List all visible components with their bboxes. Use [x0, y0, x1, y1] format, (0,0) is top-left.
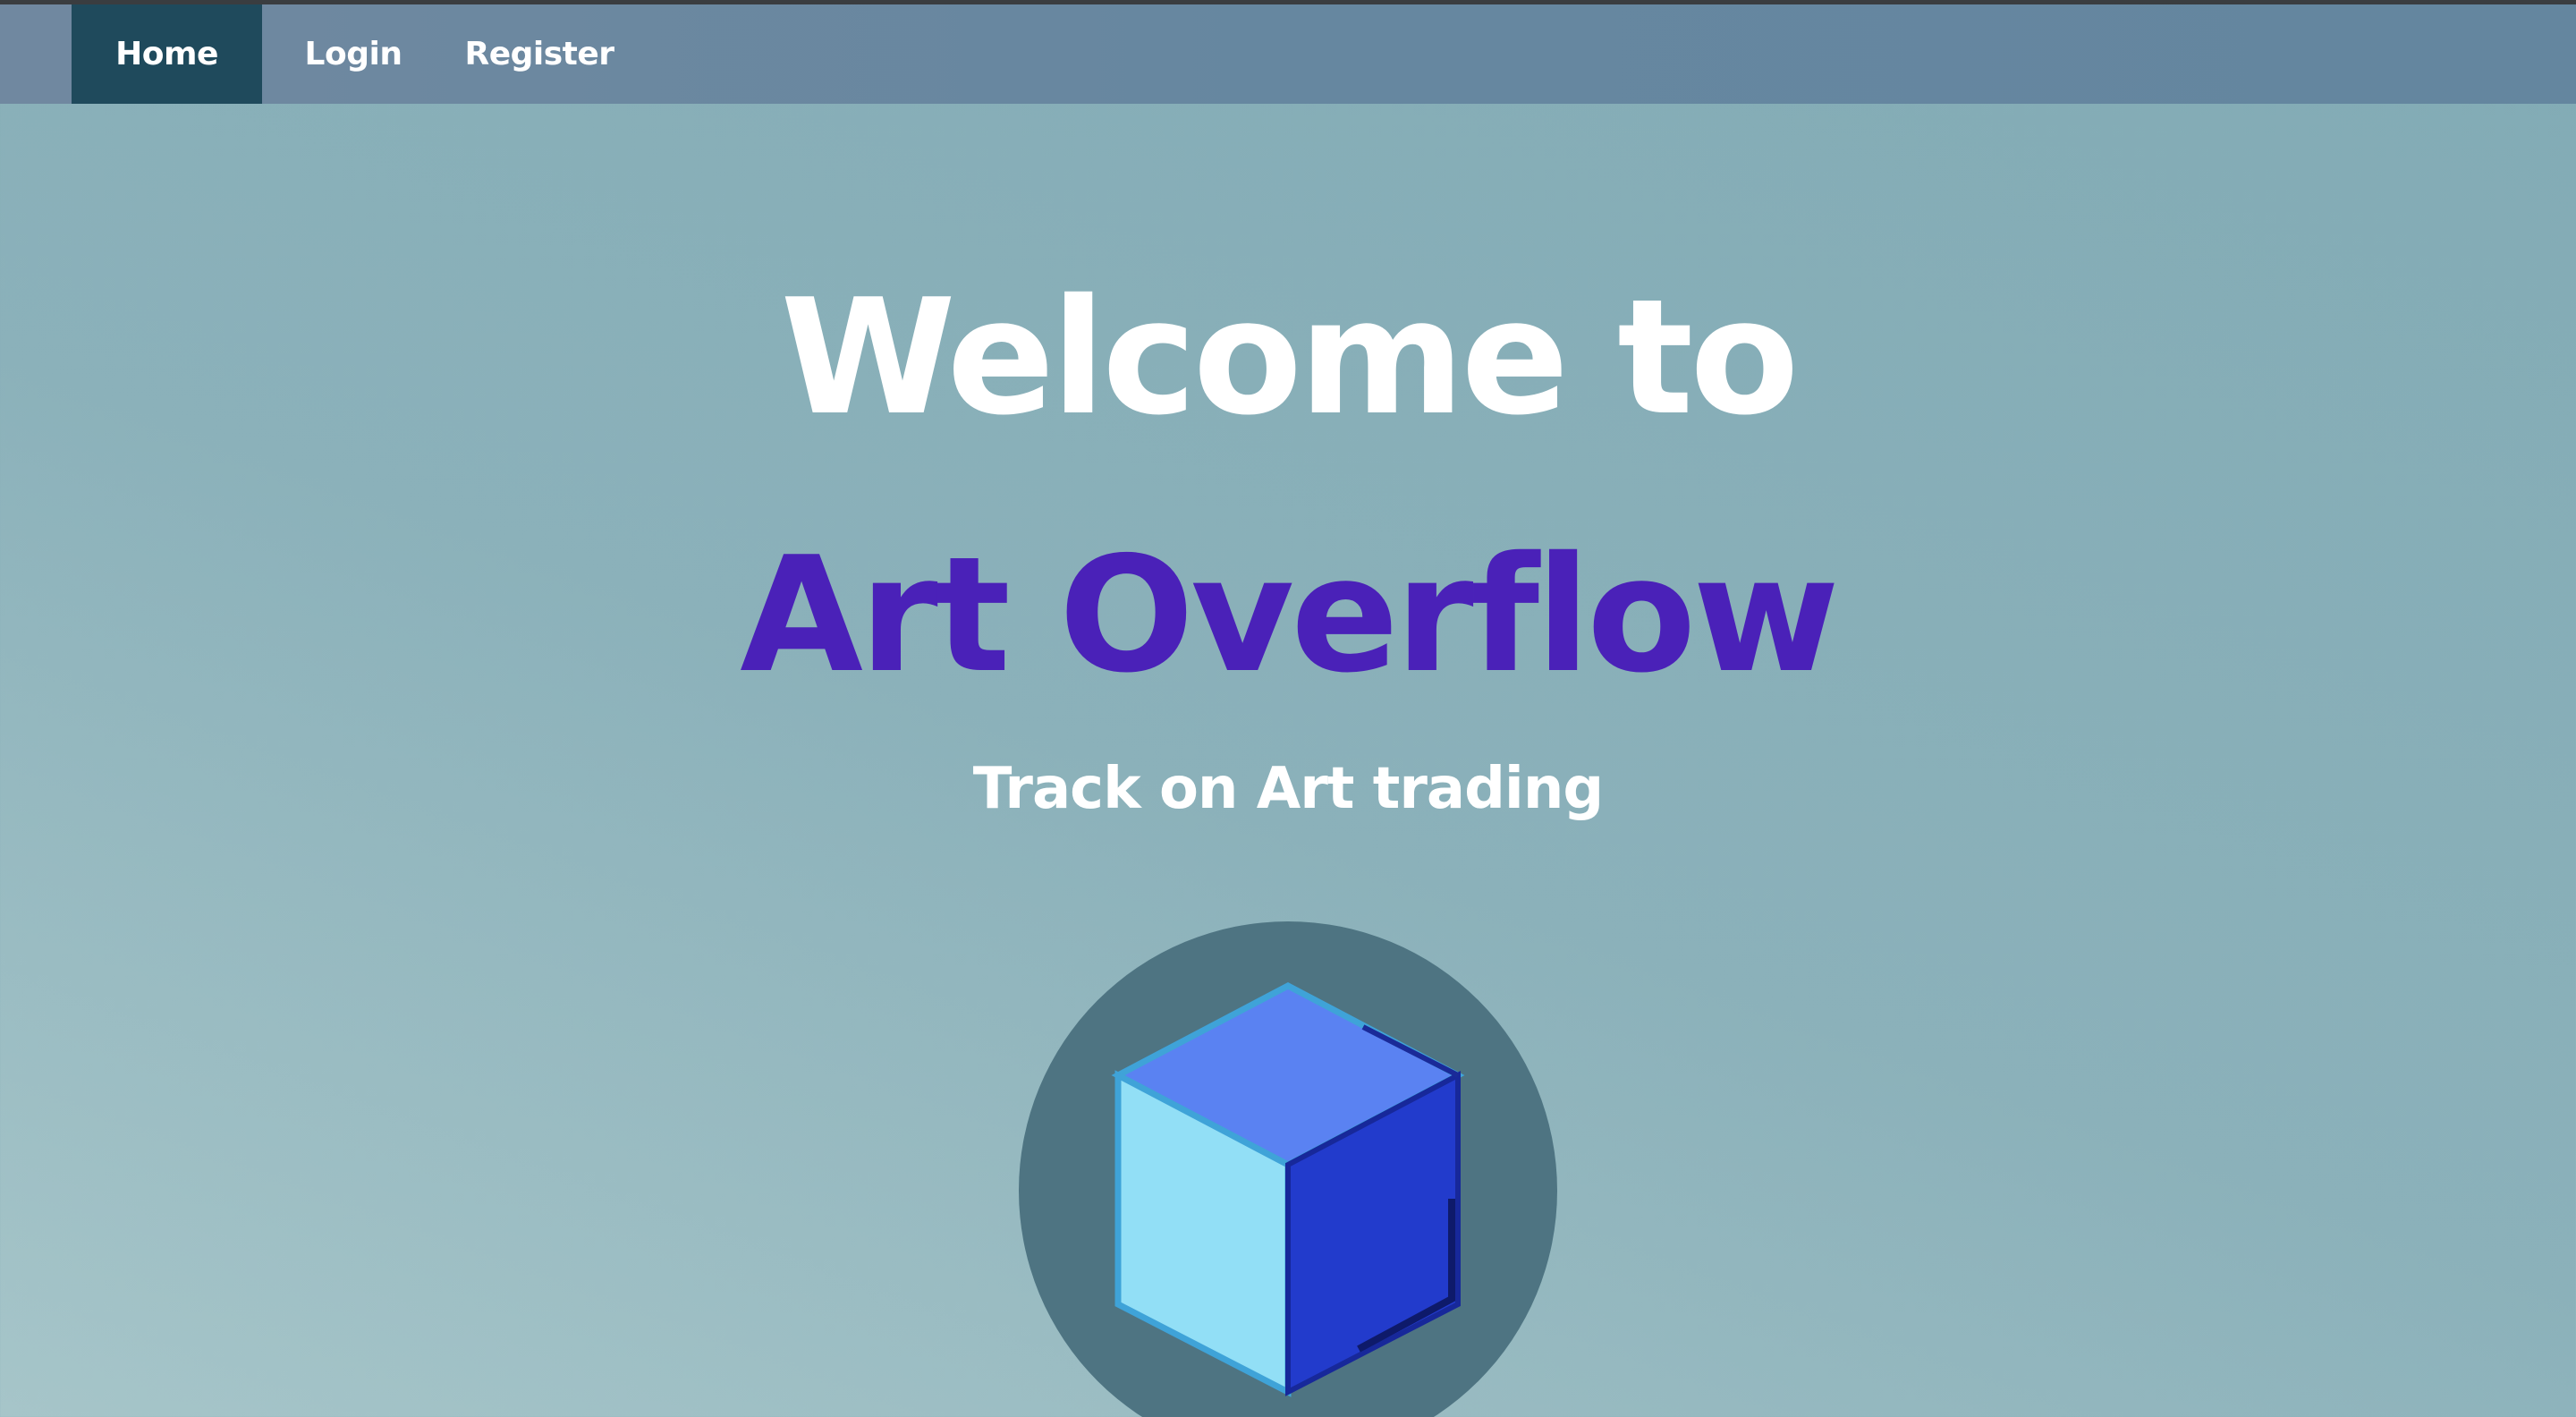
- hero-tagline: Track on Art trading: [972, 756, 1604, 822]
- nav-home-link[interactable]: Home: [72, 4, 262, 104]
- top-navbar: Home Login Register: [0, 4, 2576, 104]
- nav-login-link[interactable]: Login: [262, 4, 445, 104]
- hero-welcome-heading: Welcome to: [780, 265, 1799, 450]
- logo-circle: [1019, 921, 1557, 1417]
- hero-brand-heading: Art Overflow: [740, 522, 1840, 708]
- nav-register-link[interactable]: Register: [445, 4, 634, 104]
- cube-icon: [1111, 982, 1465, 1397]
